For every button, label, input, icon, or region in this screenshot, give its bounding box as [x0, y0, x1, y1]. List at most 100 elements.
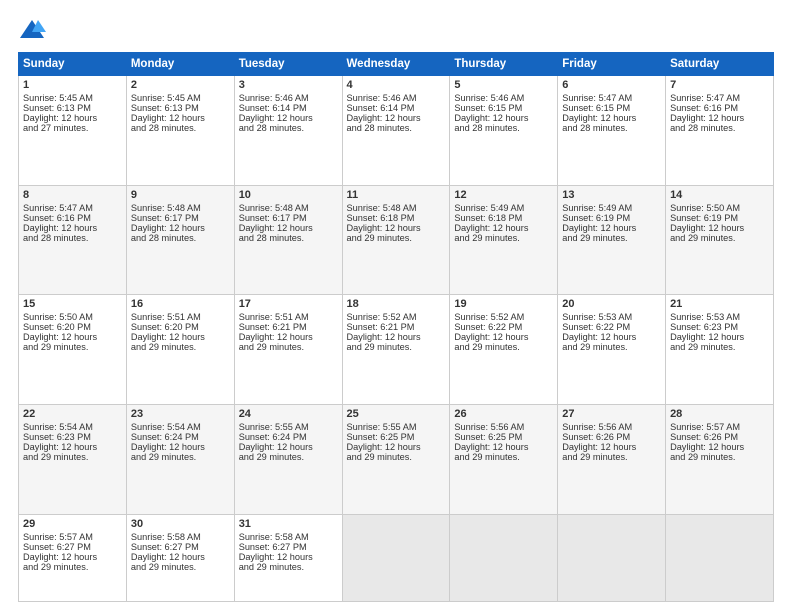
sunset-text: Sunset: 6:25 PM: [454, 432, 522, 442]
sunset-text: Sunset: 6:27 PM: [23, 542, 91, 552]
sunset-text: Sunset: 6:18 PM: [347, 213, 415, 223]
daylight-minutes: and 29 minutes.: [23, 562, 88, 572]
sunset-text: Sunset: 6:21 PM: [239, 322, 307, 332]
sunrise-text: Sunrise: 5:58 AM: [131, 532, 201, 542]
calendar-week-2: 8Sunrise: 5:47 AMSunset: 6:16 PMDaylight…: [19, 185, 774, 295]
daylight-minutes: and 27 minutes.: [23, 123, 88, 133]
calendar-cell: 28Sunrise: 5:57 AMSunset: 6:26 PMDayligh…: [666, 405, 774, 515]
daylight-text: Daylight: 12 hours: [23, 332, 97, 342]
sunset-text: Sunset: 6:13 PM: [131, 103, 199, 113]
calendar-cell: 18Sunrise: 5:52 AMSunset: 6:21 PMDayligh…: [342, 295, 450, 405]
sunrise-text: Sunrise: 5:49 AM: [454, 203, 524, 213]
sunset-text: Sunset: 6:21 PM: [347, 322, 415, 332]
day-header-tuesday: Tuesday: [234, 53, 342, 76]
daylight-text: Daylight: 12 hours: [131, 113, 205, 123]
sunrise-text: Sunrise: 5:48 AM: [131, 203, 201, 213]
sunset-text: Sunset: 6:27 PM: [239, 542, 307, 552]
sunrise-text: Sunrise: 5:46 AM: [454, 93, 524, 103]
day-number: 31: [239, 518, 338, 530]
sunrise-text: Sunrise: 5:46 AM: [239, 93, 309, 103]
day-number: 13: [562, 189, 661, 201]
sunset-text: Sunset: 6:24 PM: [239, 432, 307, 442]
sunset-text: Sunset: 6:16 PM: [23, 213, 91, 223]
daylight-minutes: and 29 minutes.: [562, 233, 627, 243]
calendar-cell: 19Sunrise: 5:52 AMSunset: 6:22 PMDayligh…: [450, 295, 558, 405]
sunrise-text: Sunrise: 5:48 AM: [239, 203, 309, 213]
calendar-week-3: 15Sunrise: 5:50 AMSunset: 6:20 PMDayligh…: [19, 295, 774, 405]
day-number: 4: [347, 79, 446, 91]
daylight-minutes: and 28 minutes.: [239, 123, 304, 133]
daylight-minutes: and 28 minutes.: [239, 233, 304, 243]
sunset-text: Sunset: 6:20 PM: [131, 322, 199, 332]
daylight-text: Daylight: 12 hours: [347, 332, 421, 342]
daylight-minutes: and 29 minutes.: [454, 342, 519, 352]
sunset-text: Sunset: 6:13 PM: [23, 103, 91, 113]
sunset-text: Sunset: 6:17 PM: [131, 213, 199, 223]
day-number: 8: [23, 189, 122, 201]
daylight-text: Daylight: 12 hours: [23, 223, 97, 233]
sunrise-text: Sunrise: 5:56 AM: [454, 422, 524, 432]
day-number: 25: [347, 408, 446, 420]
daylight-text: Daylight: 12 hours: [347, 223, 421, 233]
calendar-cell: 31 Sunrise: 5:58 AMSunset: 6:27 PMDayligh…: [234, 514, 342, 601]
daylight-text: Daylight: 12 hours: [454, 332, 528, 342]
daylight-text: Daylight: 12 hours: [347, 442, 421, 452]
calendar-cell: [558, 514, 666, 601]
day-number: 24: [239, 408, 338, 420]
calendar-cell: 7Sunrise: 5:47 AMSunset: 6:16 PMDaylight…: [666, 76, 774, 186]
day-header-monday: Monday: [126, 53, 234, 76]
day-number: 19: [454, 298, 553, 310]
daylight-text: Daylight: 12 hours: [239, 442, 313, 452]
calendar-week-5: 29Sunrise: 5:57 AMSunset: 6:27 PMDayligh…: [19, 514, 774, 601]
day-number: 27: [562, 408, 661, 420]
day-number: 23: [131, 408, 230, 420]
sunset-text: Sunset: 6:15 PM: [454, 103, 522, 113]
day-number: 20: [562, 298, 661, 310]
sunrise-text: Sunrise: 5:53 AM: [670, 312, 740, 322]
calendar-cell: 2Sunrise: 5:45 AMSunset: 6:13 PMDaylight…: [126, 76, 234, 186]
calendar-cell: 9Sunrise: 5:48 AMSunset: 6:17 PMDaylight…: [126, 185, 234, 295]
daylight-text: Daylight: 12 hours: [239, 552, 313, 562]
sunrise-text: Sunrise: 5:58 AM: [239, 532, 309, 542]
day-number: 3: [239, 79, 338, 91]
day-header-sunday: Sunday: [19, 53, 127, 76]
sunset-text: Sunset: 6:23 PM: [670, 322, 738, 332]
calendar-cell: 26Sunrise: 5:56 AMSunset: 6:25 PMDayligh…: [450, 405, 558, 515]
sunset-text: Sunset: 6:14 PM: [239, 103, 307, 113]
calendar-week-1: 1Sunrise: 5:45 AMSunset: 6:13 PMDaylight…: [19, 76, 774, 186]
day-number: 1: [23, 79, 122, 91]
daylight-text: Daylight: 12 hours: [347, 113, 421, 123]
day-number: 17: [239, 298, 338, 310]
calendar-cell: 6Sunrise: 5:47 AMSunset: 6:15 PMDaylight…: [558, 76, 666, 186]
daylight-minutes: and 29 minutes.: [562, 452, 627, 462]
calendar-cell: 15Sunrise: 5:50 AMSunset: 6:20 PMDayligh…: [19, 295, 127, 405]
calendar-cell: 10Sunrise: 5:48 AMSunset: 6:17 PMDayligh…: [234, 185, 342, 295]
sunrise-text: Sunrise: 5:46 AM: [347, 93, 417, 103]
calendar-cell: 25Sunrise: 5:55 AMSunset: 6:25 PMDayligh…: [342, 405, 450, 515]
day-number: 7: [670, 79, 769, 91]
daylight-text: Daylight: 12 hours: [239, 332, 313, 342]
sunset-text: Sunset: 6:24 PM: [131, 432, 199, 442]
calendar-cell: 5Sunrise: 5:46 AMSunset: 6:15 PMDaylight…: [450, 76, 558, 186]
sunrise-text: Sunrise: 5:53 AM: [562, 312, 632, 322]
daylight-minutes: and 29 minutes.: [239, 562, 304, 572]
calendar-cell: 27Sunrise: 5:56 AMSunset: 6:26 PMDayligh…: [558, 405, 666, 515]
day-number: 26: [454, 408, 553, 420]
daylight-text: Daylight: 12 hours: [562, 442, 636, 452]
daylight-minutes: and 28 minutes.: [23, 233, 88, 243]
daylight-minutes: and 29 minutes.: [239, 342, 304, 352]
calendar-week-4: 22Sunrise: 5:54 AMSunset: 6:23 PMDayligh…: [19, 405, 774, 515]
calendar-cell: 23Sunrise: 5:54 AMSunset: 6:24 PMDayligh…: [126, 405, 234, 515]
daylight-text: Daylight: 12 hours: [131, 332, 205, 342]
daylight-minutes: and 29 minutes.: [131, 342, 196, 352]
sunrise-text: Sunrise: 5:55 AM: [239, 422, 309, 432]
calendar-cell: 17Sunrise: 5:51 AMSunset: 6:21 PMDayligh…: [234, 295, 342, 405]
sunrise-text: Sunrise: 5:49 AM: [562, 203, 632, 213]
daylight-text: Daylight: 12 hours: [670, 113, 744, 123]
logo: [18, 18, 50, 42]
calendar-cell: 20Sunrise: 5:53 AMSunset: 6:22 PMDayligh…: [558, 295, 666, 405]
sunrise-text: Sunrise: 5:48 AM: [347, 203, 417, 213]
daylight-text: Daylight: 12 hours: [23, 442, 97, 452]
day-header-friday: Friday: [558, 53, 666, 76]
daylight-text: Daylight: 12 hours: [23, 113, 97, 123]
